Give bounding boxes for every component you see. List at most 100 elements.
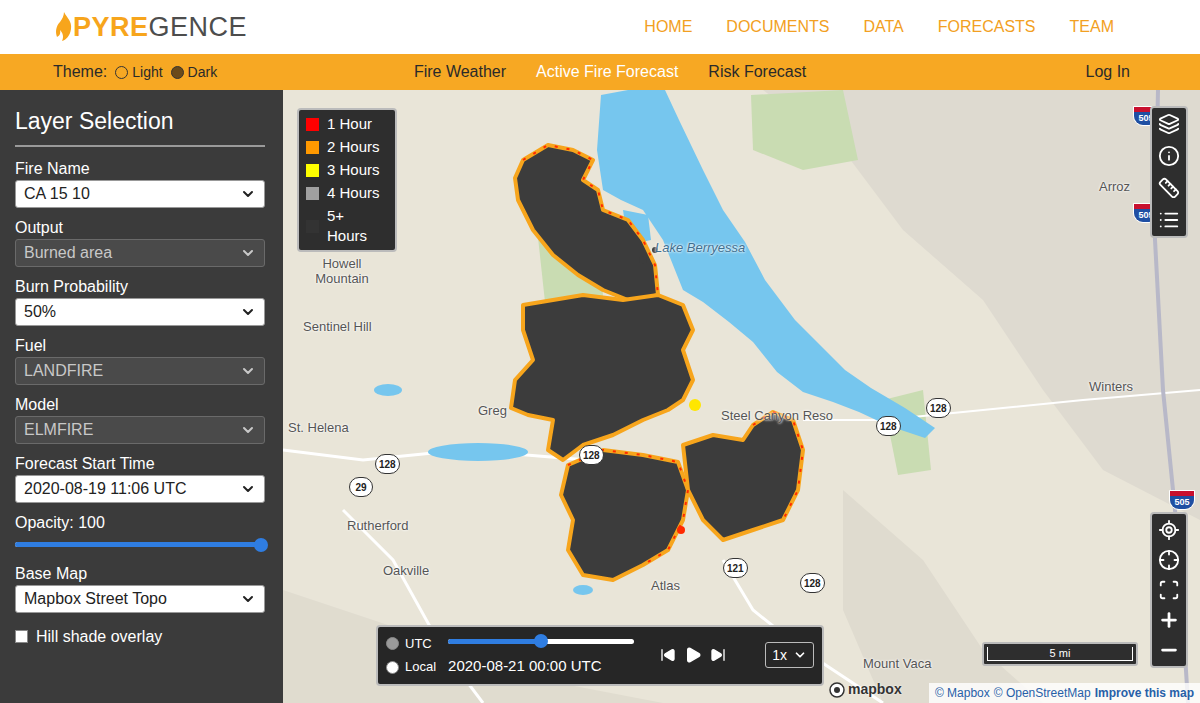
legend-item: 3 Hours <box>306 160 388 180</box>
place-label: Greg <box>478 403 507 418</box>
route-shield: 128 <box>375 454 400 474</box>
place-label: Mount Vaca <box>863 656 931 671</box>
layers-icon[interactable] <box>1158 113 1180 135</box>
zoom-out-icon[interactable] <box>1158 639 1180 661</box>
header: PYREGENCE HOME DOCUMENTS DATA FORECASTS TEAM <box>0 0 1200 54</box>
mapbox-logo[interactable]: mapbox <box>829 679 902 700</box>
chevron-down-icon <box>240 591 256 607</box>
legend-item: 2 Hours <box>306 137 388 157</box>
zoom-in-icon[interactable] <box>1158 609 1180 631</box>
place-label: Rutherford <box>347 518 408 533</box>
sidebar-title: Layer Selection <box>15 104 265 147</box>
place-label: Oakville <box>383 563 429 578</box>
place-label: St. Helena <box>288 420 349 435</box>
info-icon[interactable] <box>1158 145 1180 167</box>
logo[interactable]: PYREGENCE <box>55 12 247 42</box>
layer-field: Base MapMapbox Street Topo <box>15 564 265 613</box>
time-slider[interactable] <box>448 633 634 649</box>
select-field[interactable]: ELMFIRE <box>15 416 265 444</box>
app: PYREGENCE HOME DOCUMENTS DATA FORECASTS TEAMT… <box>0 0 1200 703</box>
legend: 1 Hour 2 Hours 3 Hours 4 Hours 5+ Hours <box>297 108 397 252</box>
target-icon[interactable] <box>1158 549 1180 571</box>
interstate-shield: 505 <box>1169 490 1195 510</box>
slider-thumb[interactable] <box>534 634 548 648</box>
chevron-down-icon <box>240 304 256 320</box>
route-shield: 121 <box>723 558 748 578</box>
layer-field: Forecast Start Time2020-08-19 11:06 UTC <box>15 454 265 503</box>
hill-shade-checkbox[interactable]: Hill shade overlay <box>15 625 265 649</box>
fullscreen-icon[interactable] <box>1158 579 1180 601</box>
nav-link[interactable]: TEAM <box>1070 15 1114 39</box>
layer-field: FuelLANDFIRE <box>15 336 265 385</box>
layer-field: ModelELMFIRE <box>15 395 265 444</box>
time-mode-radio[interactable]: UTC <box>386 634 436 654</box>
layer-field: Burn Probability50% <box>15 277 265 326</box>
layer-field: OutputBurned area <box>15 218 265 267</box>
place-label: Steel Canyon Reso <box>721 408 833 423</box>
legend-item: 5+ Hours <box>306 206 388 246</box>
chevron-down-icon <box>240 186 256 202</box>
place-label: Arroz <box>1099 179 1130 194</box>
route-shield: 128 <box>800 573 825 593</box>
time-readout: 2020-08-21 00:00 UTC <box>448 655 634 678</box>
map-canvas[interactable] <box>283 90 1200 703</box>
select-field[interactable]: LANDFIRE <box>15 357 265 385</box>
route-shield: 128 <box>926 398 951 418</box>
select-field[interactable]: CA 15 10 <box>15 180 265 208</box>
chevron-down-icon <box>240 422 256 438</box>
ruler-icon[interactable] <box>1158 177 1180 199</box>
route-shield: 29 <box>349 477 373 497</box>
time-mode-radio[interactable]: Local <box>386 657 436 677</box>
main-nav: HOME DOCUMENTS DATA FORECASTS TEAM <box>644 15 1114 39</box>
sidebar: Layer Selection Fire NameCA 15 10 OutputBu… <box>0 90 283 703</box>
speed-select[interactable]: 1x <box>765 642 814 668</box>
chevron-down-icon <box>793 648 807 662</box>
scale-bar: 5 mi <box>982 642 1138 666</box>
attribution-link[interactable]: © OpenStreetMap <box>994 684 1091 702</box>
select-field[interactable]: 2020-08-19 11:06 UTC <box>15 475 265 503</box>
route-shield: 128 <box>579 445 604 465</box>
play-icon[interactable] <box>684 646 702 664</box>
mapbox-icon <box>829 682 845 698</box>
attribution-link[interactable]: © Mapbox <box>935 684 990 702</box>
locate-icon[interactable] <box>1158 519 1180 541</box>
chevron-down-icon <box>240 481 256 497</box>
forecast-tab[interactable]: Fire Weather <box>414 60 506 84</box>
opacity-slider[interactable] <box>15 537 265 553</box>
sub-nav: Theme:LightDarkFire WeatherActive Fire F… <box>0 54 1200 90</box>
flame-icon <box>55 12 73 42</box>
legend-item: 4 Hours <box>306 183 388 203</box>
chevron-down-icon <box>240 363 256 379</box>
legend-item: 1 Hour <box>306 114 388 134</box>
forecast-tab[interactable]: Active Fire Forecast <box>536 60 678 84</box>
login-link[interactable]: Log In <box>887 60 1147 84</box>
layer-field: Opacity: 100 <box>15 513 265 554</box>
place-label: Sentinel Hill <box>303 319 372 334</box>
route-shield: 128 <box>876 416 901 436</box>
place-label: Winters <box>1089 379 1133 394</box>
attribution-link[interactable]: Improve this map <box>1095 684 1194 702</box>
skip-forward-icon[interactable] <box>710 647 726 663</box>
map-toolbar <box>1150 106 1188 238</box>
nav-link[interactable]: DOCUMENTS <box>726 15 829 39</box>
place-label: Atlas <box>651 578 680 593</box>
attribution: © Mapbox© OpenStreetMapImprove this map <box>929 683 1200 703</box>
theme-radio[interactable]: Light <box>115 62 162 83</box>
nav-link[interactable]: DATA <box>863 15 903 39</box>
nav-link[interactable]: FORECASTS <box>938 15 1036 39</box>
list-icon[interactable] <box>1158 209 1180 231</box>
skip-back-icon[interactable] <box>660 647 676 663</box>
theme-radio[interactable]: Dark <box>171 62 218 83</box>
place-label: Lake Berryessa <box>655 240 745 255</box>
nav-link[interactable]: HOME <box>644 15 692 39</box>
forecast-tab[interactable]: Risk Forecast <box>708 60 806 84</box>
slider-thumb[interactable] <box>254 538 268 552</box>
select-field[interactable]: Mapbox Street Topo <box>15 585 265 613</box>
chevron-down-icon <box>240 245 256 261</box>
layer-field: Fire NameCA 15 10 <box>15 159 265 208</box>
select-field[interactable]: Burned area <box>15 239 265 267</box>
place-label: Howell Mountain <box>307 256 377 286</box>
select-field[interactable]: 50% <box>15 298 265 326</box>
map[interactable]: Howell Mountain Sentinel Hill Lake Berryes… <box>283 90 1200 703</box>
time-control: UTC Local 2020-08-21 00:00 UTC 1x <box>376 625 824 686</box>
